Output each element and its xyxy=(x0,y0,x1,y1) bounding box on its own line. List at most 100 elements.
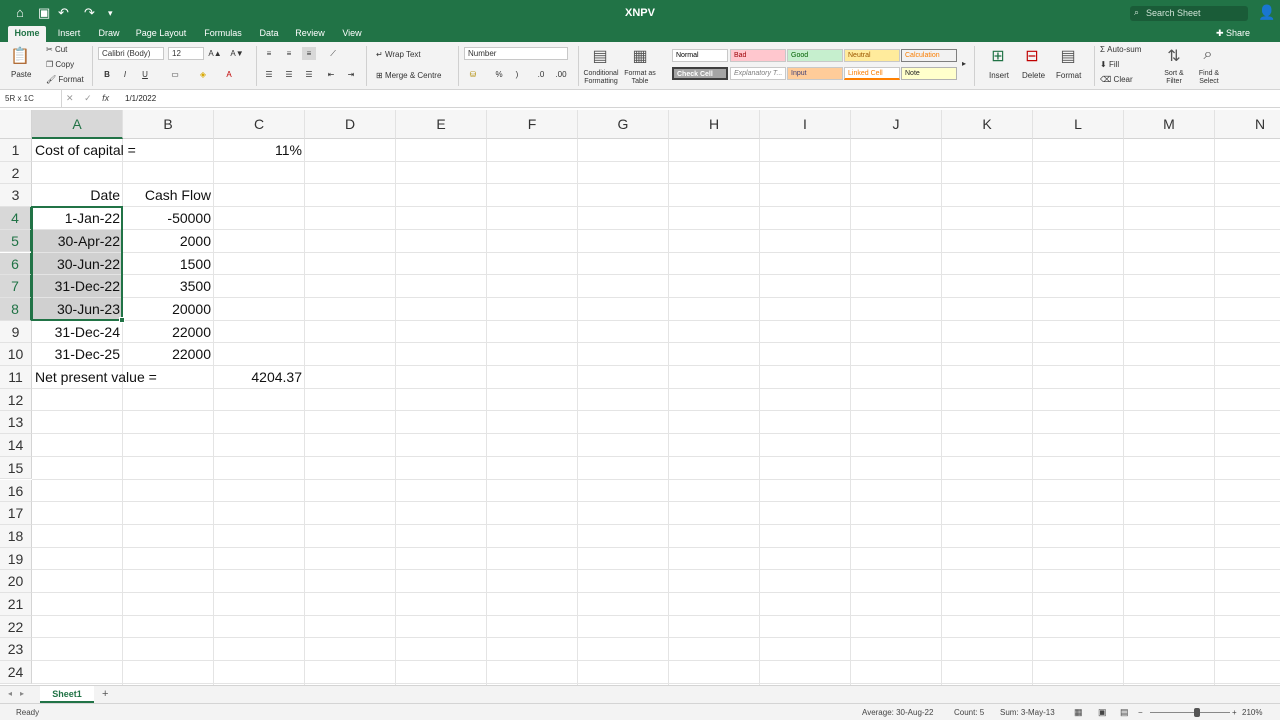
sort-filter-label[interactable]: Sort & Filter xyxy=(1160,70,1188,86)
row-header-13[interactable]: 13 xyxy=(0,411,32,435)
decrease-indent-icon[interactable]: ⇤ xyxy=(324,68,338,81)
tab-page-layout[interactable]: Page Layout xyxy=(130,26,192,42)
merge-centre-button[interactable]: ⊞ Merge & Centre xyxy=(376,71,441,80)
cell-b4[interactable]: -50000 xyxy=(123,207,214,229)
decrease-font-icon[interactable]: A▼ xyxy=(230,47,244,60)
insert-cells-icon[interactable]: ⊞ xyxy=(986,46,1010,66)
number-format-select[interactable]: Number xyxy=(464,47,568,60)
cell-b8[interactable]: 20000 xyxy=(123,298,214,320)
cell-b7[interactable]: 3500 xyxy=(123,275,214,297)
column-header-k[interactable]: K xyxy=(942,110,1033,139)
sort-filter-icon[interactable]: ⇅ xyxy=(1162,46,1186,66)
cell-b5[interactable]: 2000 xyxy=(123,230,214,252)
style-explanatory[interactable]: Explanatory T... xyxy=(730,67,786,80)
fill-button[interactable]: ⬇ Fill xyxy=(1100,60,1119,69)
font-color-icon[interactable]: A xyxy=(222,68,236,81)
fill-handle[interactable] xyxy=(119,316,125,323)
style-good[interactable]: Good xyxy=(787,49,843,62)
tab-insert[interactable]: Insert xyxy=(50,26,88,42)
row-header-3[interactable]: 3 xyxy=(0,184,32,208)
row-header-8[interactable]: 8 xyxy=(0,297,32,321)
increase-decimal-icon[interactable]: .0 xyxy=(534,68,548,81)
confirm-icon[interactable]: ✓ xyxy=(84,93,92,103)
row-header-4[interactable]: 4 xyxy=(0,207,32,230)
row-header-21[interactable]: 21 xyxy=(0,593,32,616)
row-header-6[interactable]: 6 xyxy=(0,252,32,276)
borders-icon[interactable]: ▭ xyxy=(168,68,182,81)
delete-label[interactable]: Delete xyxy=(1022,71,1045,80)
conditional-formatting-icon[interactable]: ▤ xyxy=(588,46,612,66)
column-header-a[interactable]: A xyxy=(32,110,123,139)
row-header-1[interactable]: 1 xyxy=(0,139,32,162)
prev-sheet-icon[interactable]: ◂ xyxy=(8,689,12,698)
align-left-icon[interactable]: ☰ xyxy=(262,68,276,81)
row-header-12[interactable]: 12 xyxy=(0,388,32,412)
cell-a1[interactable]: Cost of capital = xyxy=(32,139,214,161)
row-header-10[interactable]: 10 xyxy=(0,343,32,366)
cell-a11[interactable]: Net present value = xyxy=(32,366,214,388)
page-layout-view-icon[interactable]: ▣ xyxy=(1098,707,1107,718)
format-cells-icon[interactable]: ▤ xyxy=(1056,46,1080,66)
conditional-formatting-label[interactable]: Conditional Formatting xyxy=(582,70,620,86)
row-header-19[interactable]: 19 xyxy=(0,547,32,571)
row-header-5[interactable]: 5 xyxy=(0,229,32,253)
find-select-icon[interactable]: ⌕ xyxy=(1196,46,1220,64)
cell-b10[interactable]: 22000 xyxy=(123,343,214,365)
style-calculation[interactable]: Calculation xyxy=(901,49,957,62)
row-header-15[interactable]: 15 xyxy=(0,456,32,480)
column-header-i[interactable]: I xyxy=(760,110,851,139)
row-header-23[interactable]: 23 xyxy=(0,638,32,662)
align-center-icon[interactable]: ☰ xyxy=(282,68,296,81)
row-header-7[interactable]: 7 xyxy=(0,275,32,298)
add-sheet-icon[interactable]: + xyxy=(102,688,108,700)
fx-icon[interactable]: fx xyxy=(102,93,109,103)
row-header-22[interactable]: 22 xyxy=(0,615,32,639)
clear-button[interactable]: ⌫ Clear xyxy=(1100,75,1133,84)
align-middle-icon[interactable]: ≡ xyxy=(282,47,296,60)
row-header-14[interactable]: 14 xyxy=(0,434,32,457)
cell-c11[interactable]: 4204.37 xyxy=(214,366,305,388)
copy-button[interactable]: ❐ Copy xyxy=(46,60,74,69)
column-header-m[interactable]: M xyxy=(1124,110,1215,139)
style-check-cell[interactable]: Check Cell xyxy=(672,67,728,80)
comma-style-button[interactable]: ) xyxy=(510,68,524,81)
column-header-c[interactable]: C xyxy=(214,110,305,139)
font-size-select[interactable]: 12 xyxy=(168,47,204,60)
fill-color-icon[interactable]: ◈ xyxy=(196,68,210,81)
row-header-16[interactable]: 16 xyxy=(0,479,32,503)
tab-view[interactable]: View xyxy=(336,26,368,42)
increase-indent-icon[interactable]: ⇥ xyxy=(344,68,358,81)
page-break-view-icon[interactable]: ▤ xyxy=(1120,707,1129,718)
tab-review[interactable]: Review xyxy=(290,26,330,42)
find-select-label[interactable]: Find & Select xyxy=(1196,70,1222,86)
tab-formulas[interactable]: Formulas xyxy=(198,26,248,42)
decrease-decimal-icon[interactable]: .00 xyxy=(554,68,568,81)
italic-button[interactable]: I xyxy=(118,68,132,81)
column-header-h[interactable]: H xyxy=(669,110,760,139)
cell-b9[interactable]: 22000 xyxy=(123,321,214,343)
style-normal[interactable]: Normal xyxy=(672,49,728,62)
column-header-f[interactable]: F xyxy=(487,110,578,139)
zoom-out-icon[interactable]: − xyxy=(1138,708,1143,717)
cell-b6[interactable]: 1500 xyxy=(123,253,214,275)
cell-b3[interactable]: Cash Flow xyxy=(123,184,214,206)
share-button[interactable]: ✚ Share xyxy=(1216,28,1250,39)
cut-button[interactable]: ✂ Cut xyxy=(46,45,67,54)
percent-button[interactable]: % xyxy=(492,68,506,81)
select-all-corner[interactable] xyxy=(0,110,32,139)
row-header-2[interactable]: 2 xyxy=(0,161,32,185)
tab-home[interactable]: Home xyxy=(8,26,46,42)
format-painter-button[interactable]: 🖌 Format xyxy=(46,75,84,84)
format-label[interactable]: Format xyxy=(1056,71,1081,80)
user-icon[interactable]: 👤 xyxy=(1258,4,1275,21)
row-header-24[interactable]: 24 xyxy=(0,661,32,684)
normal-view-icon[interactable]: ▦ xyxy=(1074,707,1083,718)
column-header-j[interactable]: J xyxy=(851,110,942,139)
styles-more-icon[interactable]: ▸ xyxy=(962,59,966,68)
increase-font-icon[interactable]: A▲ xyxy=(208,47,222,60)
row-header-20[interactable]: 20 xyxy=(0,570,32,593)
tab-draw[interactable]: Draw xyxy=(92,26,126,42)
name-box[interactable]: 5R x 1C xyxy=(0,90,62,107)
selection-border[interactable] xyxy=(31,206,123,321)
align-right-icon[interactable]: ☰ xyxy=(302,68,316,81)
